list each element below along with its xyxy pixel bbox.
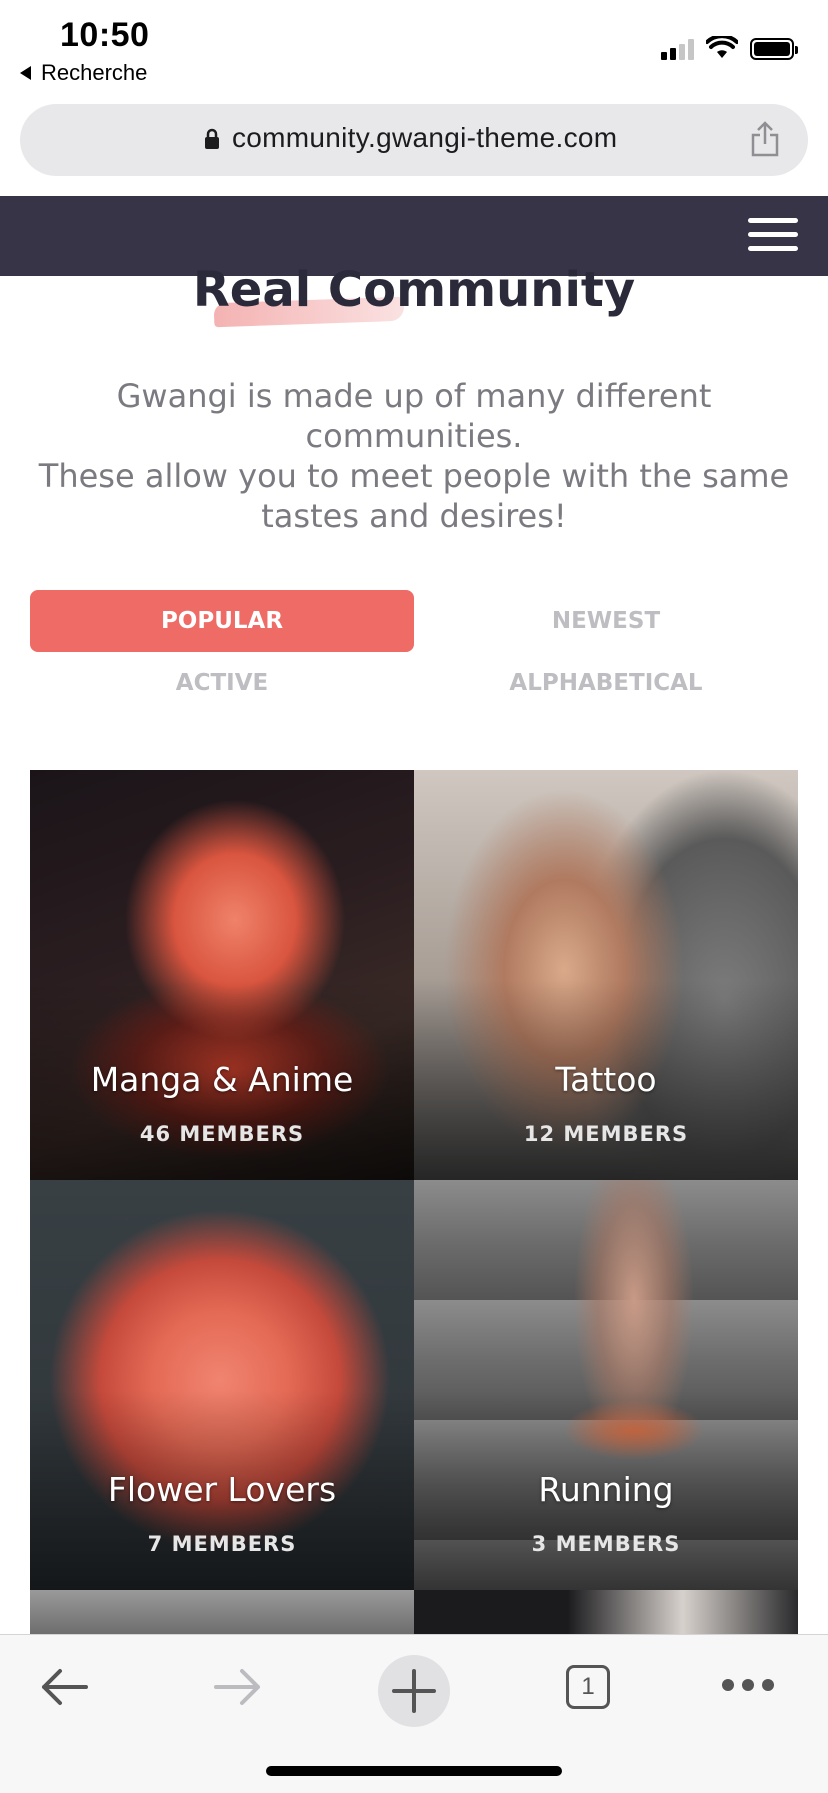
group-member-count: 7 MEMBERS bbox=[147, 1532, 297, 1556]
group-card-partial[interactable] bbox=[414, 1590, 798, 1634]
hero-heading-wrap: Real Community bbox=[0, 262, 828, 318]
forward-arrow-icon[interactable] bbox=[212, 1661, 264, 1713]
wifi-icon bbox=[706, 36, 738, 58]
group-title: Running bbox=[538, 1470, 674, 1509]
group-member-count: 3 MEMBERS bbox=[531, 1532, 681, 1556]
hamburger-menu-icon[interactable] bbox=[748, 218, 798, 254]
status-icons bbox=[661, 36, 798, 60]
group-title: Flower Lovers bbox=[107, 1470, 337, 1509]
group-card-tattoo[interactable]: Tattoo 12 MEMBERS bbox=[414, 770, 798, 1180]
group-card-manga-anime[interactable]: Manga & Anime 46 MEMBERS bbox=[30, 770, 414, 1180]
group-title: Manga & Anime bbox=[90, 1060, 354, 1099]
cellular-signal-icon bbox=[661, 38, 694, 60]
status-time: 10:50 bbox=[60, 16, 150, 54]
tab-active[interactable]: ACTIVE bbox=[30, 652, 414, 714]
back-to-app-link[interactable]: Recherche bbox=[20, 60, 147, 86]
url-text: community.gwangi-theme.com bbox=[232, 122, 618, 153]
tab-alphabetical[interactable]: ALPHABETICAL bbox=[414, 652, 798, 714]
back-triangle-icon bbox=[20, 66, 31, 80]
page-title: Real Community bbox=[192, 262, 636, 318]
description-line-2: These allow you to meet people with the … bbox=[38, 457, 790, 535]
new-tab-button[interactable] bbox=[378, 1655, 450, 1727]
new-tab-plus-icon bbox=[392, 1669, 436, 1713]
back-arrow-icon[interactable] bbox=[38, 1661, 90, 1713]
tab-popular[interactable]: POPULAR bbox=[30, 590, 414, 652]
tab-newest[interactable]: NEWEST bbox=[414, 590, 798, 652]
back-app-label: Recherche bbox=[41, 60, 148, 85]
hero-description: Gwangi is made up of many different comm… bbox=[30, 376, 798, 536]
description-line-1: Gwangi is made up of many different comm… bbox=[116, 377, 712, 455]
lock-icon bbox=[205, 128, 219, 149]
more-icon[interactable] bbox=[722, 1679, 774, 1691]
tabs-icon[interactable]: 1 bbox=[566, 1665, 610, 1709]
group-card-running[interactable]: Running 3 MEMBERS bbox=[414, 1180, 798, 1590]
share-icon[interactable] bbox=[750, 120, 780, 158]
home-indicator bbox=[266, 1766, 562, 1776]
group-title: Tattoo bbox=[555, 1060, 657, 1099]
address-bar[interactable]: community.gwangi-theme.com bbox=[20, 104, 808, 176]
group-card-flower-lovers[interactable]: Flower Lovers 7 MEMBERS bbox=[30, 1180, 414, 1590]
group-card-partial[interactable] bbox=[30, 1590, 414, 1634]
group-member-count: 46 MEMBERS bbox=[139, 1122, 305, 1146]
group-member-count: 12 MEMBERS bbox=[523, 1122, 689, 1146]
battery-icon bbox=[750, 38, 798, 60]
